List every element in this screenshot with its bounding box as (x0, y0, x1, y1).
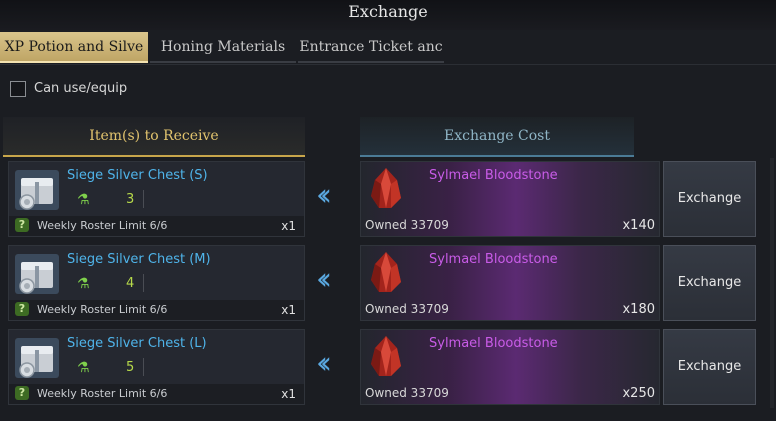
level-separator (143, 274, 144, 292)
receive-quantity: x1 (281, 387, 296, 401)
receive-quantity: x1 (281, 303, 296, 317)
cost-item-card: Sylmael Bloodstone Owned 33709 x140 (360, 161, 660, 237)
receive-item-card: Siege Silver Chest (M) ⚗ 4 ? Weekly Rost… (8, 245, 305, 321)
cost-item-name: Sylmael Bloodstone (429, 168, 558, 183)
help-icon[interactable]: ? (15, 386, 29, 400)
receive-item-card: Siege Silver Chest (S) ⚗ 3 ? Weekly Rost… (8, 161, 305, 237)
exchange-row: Siege Silver Chest (L) ⚗ 5 ? Weekly Rost… (0, 329, 776, 407)
exchange-row: Siege Silver Chest (S) ⚗ 3 ? Weekly Rost… (0, 161, 776, 239)
exchange-button[interactable]: Exchange (663, 161, 756, 237)
level-separator (143, 190, 144, 208)
title-bar: Exchange (0, 0, 776, 30)
bloodstone-icon (371, 168, 401, 208)
tab-xp-potion-silver[interactable]: XP Potion and Silve (0, 32, 148, 63)
cost-quantity: x250 (622, 386, 655, 401)
cost-item-name: Sylmael Bloodstone (429, 252, 558, 267)
double-chevron-left-icon: ‹‹ (316, 346, 332, 381)
item-level: 4 (126, 276, 135, 291)
help-icon[interactable]: ? (15, 218, 29, 232)
double-chevron-left-icon: ‹‹ (316, 262, 332, 297)
help-icon[interactable]: ? (15, 302, 29, 316)
receive-item-name: Siege Silver Chest (M) (67, 252, 211, 267)
flask-icon: ⚗ (77, 360, 90, 376)
owned-amount: Owned 33709 (365, 386, 449, 400)
scrollbar[interactable] (770, 158, 774, 408)
tab-divider (0, 64, 776, 65)
tab-bar: XP Potion and Silve Honing Materials Ent… (0, 32, 776, 64)
can-use-label: Can use/equip (34, 81, 128, 96)
window-title: Exchange (348, 2, 428, 21)
silver-chest-icon (15, 254, 59, 294)
receive-footer: ? Weekly Roster Limit 6/6 x1 (9, 384, 304, 404)
receive-header: Item(s) to Receive (3, 117, 305, 157)
cost-item-card: Sylmael Bloodstone Owned 33709 x250 (360, 329, 660, 405)
item-level: 5 (126, 360, 135, 375)
receive-quantity: x1 (281, 219, 296, 233)
silver-chest-icon (15, 170, 59, 210)
double-chevron-left-icon: ‹‹ (316, 178, 332, 213)
exchange-row: Siege Silver Chest (M) ⚗ 4 ? Weekly Rost… (0, 245, 776, 323)
level-separator (143, 358, 144, 376)
receive-footer: ? Weekly Roster Limit 6/6 x1 (9, 216, 304, 236)
weekly-limit: Weekly Roster Limit 6/6 (37, 387, 168, 400)
owned-amount: Owned 33709 (365, 302, 449, 316)
cost-item-card: Sylmael Bloodstone Owned 33709 x180 (360, 245, 660, 321)
tab-entrance-ticket[interactable]: Entrance Ticket anc (298, 32, 444, 63)
flask-icon: ⚗ (77, 276, 90, 292)
bloodstone-icon (371, 336, 401, 376)
weekly-limit: Weekly Roster Limit 6/6 (37, 303, 168, 316)
tab-honing-materials[interactable]: Honing Materials (150, 32, 296, 63)
item-level: 3 (126, 192, 135, 207)
silver-chest-icon (15, 338, 59, 378)
bloodstone-icon (371, 252, 401, 292)
weekly-limit: Weekly Roster Limit 6/6 (37, 219, 168, 232)
flask-icon: ⚗ (77, 192, 90, 208)
cost-item-name: Sylmael Bloodstone (429, 336, 558, 351)
cost-quantity: x180 (622, 302, 655, 317)
receive-item-card: Siege Silver Chest (L) ⚗ 5 ? Weekly Rost… (8, 329, 305, 405)
receive-item-name: Siege Silver Chest (S) (67, 168, 208, 183)
exchange-button[interactable]: Exchange (663, 245, 756, 321)
can-use-checkbox[interactable] (10, 81, 26, 97)
exchange-button[interactable]: Exchange (663, 329, 756, 405)
cost-quantity: x140 (622, 218, 655, 233)
receive-item-name: Siege Silver Chest (L) (67, 336, 207, 351)
owned-amount: Owned 33709 (365, 218, 449, 232)
receive-footer: ? Weekly Roster Limit 6/6 x1 (9, 300, 304, 320)
cost-header: Exchange Cost (360, 117, 634, 157)
